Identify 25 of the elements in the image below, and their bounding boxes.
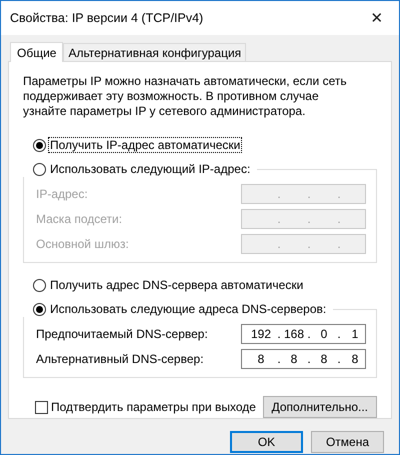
radio-button[interactable] bbox=[33, 302, 46, 316]
tab[interactable]: Общие bbox=[10, 42, 64, 62]
window-title: Свойства: IP версии 4 (TCP/IPv4) bbox=[10, 11, 204, 25]
field-label: Маска подсети: bbox=[36, 212, 122, 226]
radio-button[interactable] bbox=[33, 278, 46, 292]
radio-label[interactable]: Использовать следующие адреса DNS-серверов: bbox=[49, 302, 328, 316]
close-button[interactable]: ✕ bbox=[355, 9, 399, 27]
checkbox-label[interactable]: Подтвердить параметры при выходе bbox=[51, 400, 256, 414]
advanced-button[interactable]: Дополнительно... bbox=[262, 396, 377, 418]
description-text: Параметры IP можно назначать автоматически, если сеть поддерживает эту возможность. В противном случае узнайте параметры IP у сетевого администратора. bbox=[23, 74, 348, 119]
field-label: Основной шлюз: bbox=[36, 237, 129, 251]
dialog-button[interactable]: OK bbox=[230, 431, 303, 453]
field-label: Предпочитаемый DNS-сервер: bbox=[36, 327, 208, 341]
field-label: IP-адрес: bbox=[36, 187, 88, 201]
radio-label[interactable]: Получить адрес DNS-сервера автоматически bbox=[49, 278, 304, 292]
ip-address-field[interactable]: 192 . 168 . 0 . 1 bbox=[241, 324, 366, 344]
dialog-button[interactable]: Отмена bbox=[311, 431, 384, 453]
checkbox[interactable] bbox=[35, 400, 48, 414]
radio-button[interactable] bbox=[33, 162, 46, 176]
tab[interactable]: Альтернативная конфигурация bbox=[63, 43, 246, 61]
radio-button[interactable] bbox=[33, 138, 46, 152]
radio-label[interactable]: Получить IP-адрес автоматически bbox=[49, 138, 242, 152]
radio-label[interactable]: Использовать следующий IP-адрес: bbox=[49, 162, 252, 176]
ip-address-field[interactable]: 8 . 8 . 8 . 8 bbox=[241, 349, 366, 369]
field-label: Альтернативный DNS-сервер: bbox=[36, 352, 204, 366]
